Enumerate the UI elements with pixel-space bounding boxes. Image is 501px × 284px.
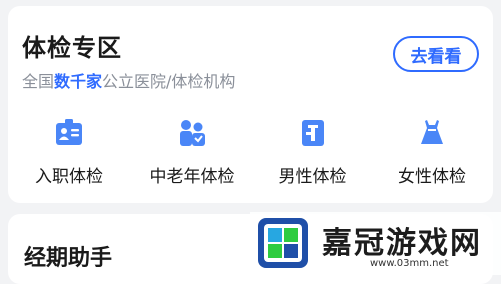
subtitle-prefix: 全国 xyxy=(22,72,55,91)
category-elderly-checkup[interactable]: 中老年体检 xyxy=(130,118,254,198)
brand-logo-icon xyxy=(258,218,308,268)
checkup-card: 体检专区 全国数千家公立医院/体检机构 去看看 入职体检 中老年体检 男性体检 … xyxy=(8,6,493,203)
category-onboarding-checkup[interactable]: 入职体检 xyxy=(8,118,130,198)
category-label: 入职体检 xyxy=(35,167,103,187)
category-label: 中老年体检 xyxy=(149,167,235,187)
subtitle-suffix: 公立医院/体检机构 xyxy=(102,72,236,91)
subtitle-highlight: 数千家 xyxy=(54,72,103,91)
period-title: 经期助手 xyxy=(24,246,113,271)
male-icon xyxy=(301,120,324,146)
view-button[interactable]: 去看看 xyxy=(393,36,479,72)
watermark: 嘉冠游戏网 www.03mm.net xyxy=(250,212,501,275)
watermark-brand: 嘉冠游戏网 xyxy=(322,226,482,261)
category-label: 男性体检 xyxy=(278,167,347,187)
dress-icon xyxy=(421,120,443,144)
checkup-subtitle: 全国数千家公立医院/体检机构 xyxy=(22,68,235,92)
checkup-categories: 入职体检 中老年体检 男性体检 女性体检 xyxy=(8,118,493,198)
category-male-checkup[interactable]: 男性体检 xyxy=(254,118,371,198)
checkup-title: 体检专区 xyxy=(22,34,122,62)
category-female-checkup[interactable]: 女性体检 xyxy=(371,118,493,198)
id-card-icon xyxy=(56,119,82,145)
elderly-icon xyxy=(180,120,205,146)
category-label: 女性体检 xyxy=(398,167,466,187)
watermark-url: www.03mm.net xyxy=(370,258,449,269)
